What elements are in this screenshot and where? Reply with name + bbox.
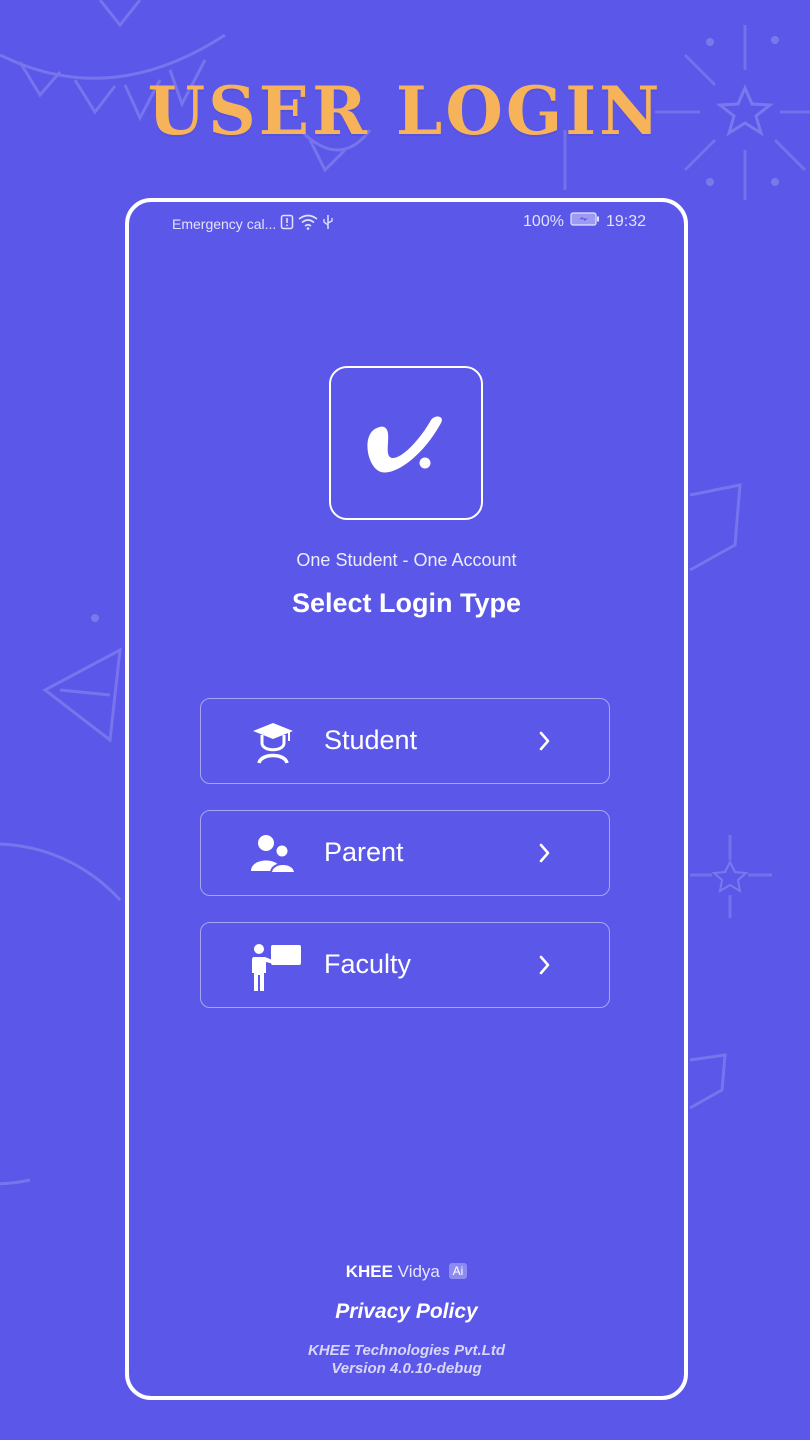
company-name: KHEE Technologies Pvt.Ltd	[308, 1342, 505, 1359]
status-right: 100% 19:32	[523, 212, 646, 231]
version-text: Version 4.0.10-debug	[331, 1360, 482, 1377]
faculty-label: Faculty	[324, 949, 412, 979]
privacy-policy-link[interactable]: Privacy Policy	[129, 1300, 684, 1324]
chevron-right-icon	[537, 953, 553, 977]
clock: 19:32	[605, 212, 646, 230]
khee-v-logo-icon	[367, 416, 442, 473]
select-login-heading: Select Login Type	[291, 588, 522, 618]
chevron-right-icon	[537, 729, 553, 753]
brand-light-text: Vidya	[397, 1262, 440, 1281]
alert-icon	[280, 214, 294, 233]
promo-title: USER LOGIN	[147, 72, 663, 150]
phone-screen: Emergency cal... 100% 19:32 One Student …	[125, 198, 688, 1400]
brand-logo: KHEE Vidya Ai	[129, 1262, 684, 1282]
app-logo	[329, 366, 483, 520]
tagline: One Student - One Account	[296, 550, 517, 570]
student-login-button[interactable]: Student	[200, 698, 610, 784]
faculty-login-button[interactable]: Faculty	[200, 922, 610, 1008]
status-left: Emergency cal...	[172, 214, 334, 233]
battery-icon	[570, 212, 600, 231]
usb-icon	[322, 214, 334, 233]
parent-users-icon	[249, 831, 297, 877]
wifi-icon	[298, 214, 318, 233]
faculty-teacher-board-icon	[249, 943, 301, 991]
student-graduation-cap-icon	[249, 719, 297, 765]
parent-login-button[interactable]: Parent	[200, 810, 610, 896]
brand-strong-text: KHEE	[345, 1262, 393, 1281]
battery-percent: 100%	[523, 212, 564, 230]
parent-label: Parent	[324, 837, 404, 867]
student-label: Student	[324, 725, 418, 755]
status-bar: Emergency cal... 100% 19:32	[129, 208, 684, 234]
chevron-right-icon	[537, 841, 553, 865]
carrier-text: Emergency cal...	[172, 215, 277, 232]
brand-ai-badge: Ai	[448, 1263, 468, 1279]
